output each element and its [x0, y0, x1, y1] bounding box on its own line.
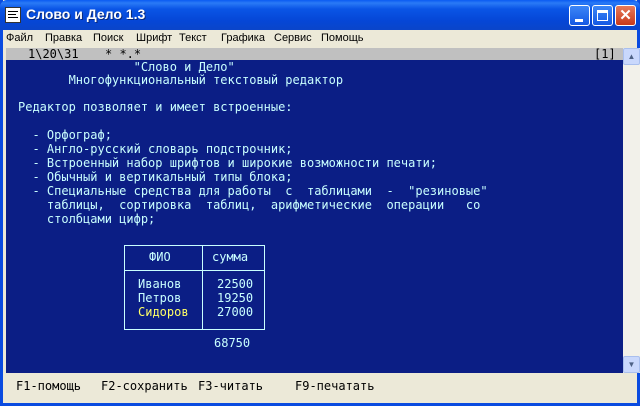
table-total: 68750: [214, 336, 251, 350]
scroll-up-button[interactable]: ▲: [623, 48, 640, 65]
doc-line: столбцами цифр;: [18, 212, 156, 226]
doc-line: - Обычный и вертикальный типы блока;: [18, 170, 293, 184]
editor-status-line: 1\20\31 * *.* [1]: [6, 48, 623, 61]
menu-file[interactable]: Файл: [6, 32, 33, 44]
menu-service[interactable]: Сервис: [274, 32, 312, 44]
table-header-divider: [125, 270, 264, 271]
scroll-up-icon: ▲: [627, 52, 636, 61]
app-window: Слово и Дело 1.3 ✕ Файл Правка Поиск Шри…: [0, 0, 640, 406]
doc-line: "Слово и Дело": [18, 60, 235, 74]
doc-line: - Англо-русский словарь подстрочник;: [18, 142, 293, 156]
table-cell-sum: 22500: [217, 277, 254, 291]
minimize-icon: [575, 19, 583, 22]
close-icon: ✕: [619, 7, 632, 24]
table-cell-name: Петров: [138, 291, 182, 305]
menu-bar: Файл Правка Поиск Шрифт Текст Графика Се…: [3, 30, 637, 48]
doc-line: - Орфограф;: [18, 128, 112, 142]
sum-table: ФИО сумма Иванов 22500 Петров 19250 Сидо…: [124, 245, 265, 330]
doc-line: таблицы, сортировка таблиц, арифметическ…: [18, 198, 481, 212]
fkey-open[interactable]: F3-читать: [198, 379, 263, 393]
maximize-button[interactable]: [592, 5, 613, 26]
fkey-help[interactable]: F1-помощь: [16, 379, 81, 393]
table-cell-sum: 27000: [217, 305, 254, 319]
fkey-print[interactable]: F9-печатать: [295, 379, 374, 393]
fkey-save[interactable]: F2-сохранить: [101, 379, 188, 393]
table-column-divider: [202, 246, 203, 329]
menu-text[interactable]: Текст: [179, 32, 207, 44]
table-header-sum: сумма: [212, 250, 249, 264]
table-cell-name-highlighted: Сидоров: [138, 305, 189, 319]
function-key-bar: F1-помощь F2-сохранить F3-читать F9-печа…: [3, 373, 637, 403]
title-bar[interactable]: Слово и Дело 1.3 ✕: [0, 0, 640, 30]
window-title: Слово и Дело 1.3: [26, 6, 146, 22]
scroll-down-button[interactable]: ▼: [623, 356, 640, 373]
minimize-button[interactable]: [569, 5, 590, 26]
menu-help[interactable]: Помощь: [321, 32, 364, 44]
vertical-scrollbar[interactable]: ▲ ▼: [623, 48, 640, 373]
close-button[interactable]: ✕: [615, 5, 636, 26]
menu-edit[interactable]: Правка: [45, 32, 82, 44]
menu-font[interactable]: Шрифт: [136, 32, 172, 44]
doc-line: - Специальные средства для работы с табл…: [18, 184, 488, 198]
app-icon[interactable]: [5, 7, 21, 23]
doc-line: Редактор позволяет и имеет встроенные:: [18, 100, 293, 114]
maximize-icon: [597, 10, 608, 21]
scroll-down-icon: ▼: [627, 360, 636, 369]
table-header-name: ФИО: [149, 250, 171, 264]
table-cell-sum: 19250: [217, 291, 254, 305]
doc-line: Многофункциональный текстовый редактор: [18, 73, 344, 87]
window-number: [1]: [594, 48, 616, 61]
table-cell-name: Иванов: [138, 277, 182, 291]
doc-line: - Встроенный набор шрифтов и широкие воз…: [18, 156, 438, 170]
menu-graphics[interactable]: Графика: [221, 32, 265, 44]
text-editor-area[interactable]: 1\20\31 * *.* [1] "Слово и Дело" Многофу…: [6, 48, 623, 373]
menu-search[interactable]: Поиск: [93, 32, 123, 44]
